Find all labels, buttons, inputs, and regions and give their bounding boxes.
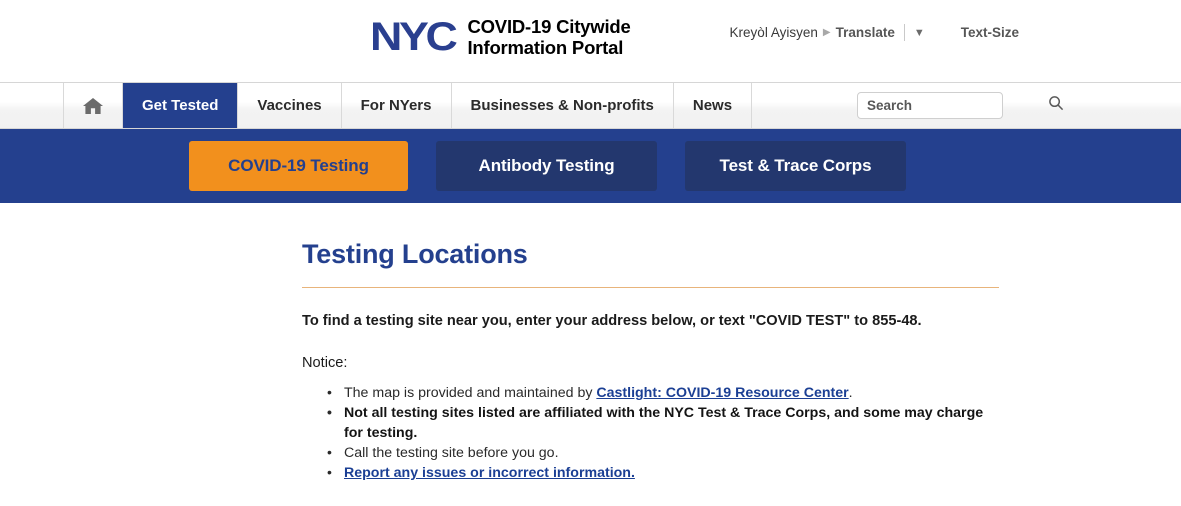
nav-item-label: Get Tested [142,97,219,114]
search-box[interactable] [857,92,1064,119]
search-icon[interactable] [1048,95,1064,116]
utility-divider [903,24,905,41]
portal-title: COVID-19 Citywide Information Portal [467,16,630,58]
list-item-text: Not all testing sites listed are affilia… [344,405,984,441]
list-item-suffix: . [848,385,853,401]
subnav-tab-label: Antibody Testing [478,156,615,175]
nav-item-label: Vaccines [257,97,322,114]
nav-item-get-tested[interactable]: Get Tested [123,83,239,128]
chevron-down-icon[interactable]: ▼ [914,27,925,39]
text-size-button[interactable]: Text-Size [961,25,1019,40]
nav-left-spacer [0,83,64,128]
nav-item-vaccines[interactable]: Vaccines [238,83,342,128]
home-icon [82,96,104,116]
search-input[interactable] [867,98,1048,113]
main-navigation: Get Tested Vaccines For NYers Businesses… [0,82,1181,129]
nav-right-area [752,83,1181,128]
subnav-tab-label: Test & Trace Corps [719,156,872,175]
nav-item-for-nyers[interactable]: For NYers [342,83,452,128]
intro-text: To find a testing site near you, enter y… [302,313,922,329]
list-item-text: Call the testing site before you go. [344,445,559,461]
subnav-tab-covid-19-testing[interactable]: COVID-19 Testing [189,141,408,191]
site-logo-block[interactable]: NYC COVID-19 Citywide Information Portal [370,16,631,58]
portal-title-line1: COVID-19 Citywide [467,16,631,37]
list-item: Report any issues or incorrect informati… [327,462,992,483]
nav-item-label: Businesses & Non-profits [470,97,654,114]
subnav-tab-antibody-testing[interactable]: Antibody Testing [436,141,657,191]
nav-item-label: News [692,97,733,114]
subnav-tab-test-trace-corps[interactable]: Test & Trace Corps [685,141,906,191]
notice-list: The map is provided and maintained by Ca… [302,382,992,483]
nav-item-label: For NYers [360,97,432,114]
portal-title-line2: Information Portal [467,37,624,58]
list-item: Call the testing site before you go. [327,442,992,463]
section-subnav: COVID-19 Testing Antibody Testing Test &… [0,129,1181,203]
list-item-text: The map is provided and maintained by [344,385,597,401]
nav-item-businesses-nonprofits[interactable]: Businesses & Non-profits [452,83,674,128]
nav-item-home[interactable] [64,83,123,128]
castlight-resource-center-link[interactable]: Castlight: COVID-19 Resource Center [596,385,848,401]
site-header: NYC COVID-19 Citywide Information Portal… [0,0,1181,82]
title-divider [302,287,999,288]
page-title: Testing Locations [302,239,528,269]
nav-item-news[interactable]: News [674,83,753,128]
header-utilities: Kreyòl Ayisyen ▶ Translate ▼ Text-Size [730,24,1019,41]
nyc-logo: NYC [370,15,458,59]
current-language-label[interactable]: Kreyòl Ayisyen [730,25,818,40]
list-item: The map is provided and maintained by Ca… [327,382,992,403]
translate-button[interactable]: Translate [836,25,895,40]
notice-label: Notice: [302,355,348,371]
triangle-right-icon: ▶ [822,27,831,38]
main-content: Testing Locations To find a testing site… [0,203,1181,483]
subnav-tab-label: COVID-19 Testing [228,156,369,175]
content-column: Testing Locations To find a testing site… [302,203,999,483]
report-issues-link[interactable]: Report any issues or incorrect informati… [344,465,635,481]
list-item: Not all testing sites listed are affilia… [327,402,992,443]
